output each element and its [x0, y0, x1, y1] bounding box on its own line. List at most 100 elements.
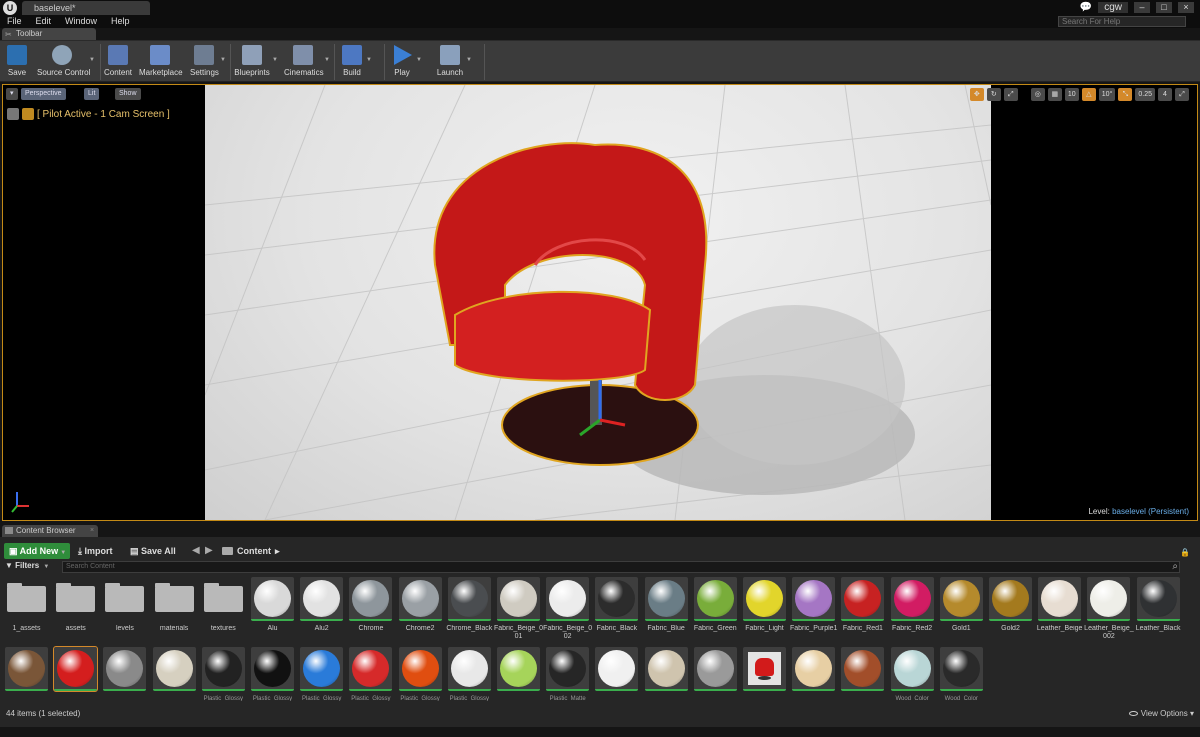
viewport-scene[interactable]: [205, 85, 991, 520]
minimize-icon[interactable]: –: [1134, 2, 1150, 13]
material-tile[interactable]: [103, 647, 147, 711]
viewport-options-button[interactable]: ▾: [6, 88, 18, 100]
material-tile[interactable]: [693, 647, 737, 711]
folder-tile[interactable]: 1_assets: [5, 577, 48, 641]
material-tile[interactable]: Chrome_Black: [446, 577, 492, 641]
material-tile[interactable]: Fabric_Green: [693, 577, 737, 641]
surface-snap-icon[interactable]: ▦: [1047, 88, 1062, 101]
launch-button[interactable]: Launch ▼: [436, 42, 472, 82]
material-tile[interactable]: [53, 646, 99, 711]
blueprints-button[interactable]: Blueprints ▼: [234, 42, 278, 82]
material-tile[interactable]: [792, 647, 836, 711]
scale-icon[interactable]: ⤢: [1003, 88, 1018, 101]
material-tile[interactable]: Fabric_Beige_001: [494, 577, 543, 641]
back-icon[interactable]: ◀: [192, 543, 200, 559]
level-viewport[interactable]: ▾ Perspective Lit Show ✥ ↻ ⤢ ◎ ▦ 10 △ 10…: [2, 84, 1198, 521]
material-tile[interactable]: Fabric_Red2: [890, 577, 934, 641]
material-tile[interactable]: Gold2: [989, 577, 1032, 641]
save-button[interactable]: Save: [4, 42, 30, 82]
chevron-right-icon[interactable]: ▸: [275, 546, 280, 557]
translate-icon[interactable]: ✥: [969, 88, 984, 101]
tab-close-icon[interactable]: ×: [90, 525, 94, 537]
content-browser-tab[interactable]: Content Browser ×: [2, 525, 98, 537]
source-control-dropdown-icon[interactable]: ▼: [89, 57, 95, 63]
material-tile[interactable]: [5, 647, 48, 711]
launch-dropdown-icon[interactable]: ▼: [466, 57, 472, 63]
camera-speed-value[interactable]: 4: [1158, 88, 1172, 101]
breadcrumb-content[interactable]: Content: [237, 546, 271, 556]
filters-button[interactable]: ▼ Filters ▼: [5, 561, 49, 570]
menu-edit[interactable]: Edit: [29, 15, 59, 28]
world-icon[interactable]: ◎: [1030, 88, 1045, 101]
cinematics-dropdown-icon[interactable]: ▼: [324, 57, 330, 63]
marketplace-button[interactable]: Marketplace: [139, 42, 183, 82]
maximize-icon[interactable]: □: [1156, 2, 1172, 13]
material-tile[interactable]: Leather_Beige: [1037, 577, 1082, 641]
material-tile[interactable]: Fabric_Light: [743, 577, 786, 641]
material-tile[interactable]: Plastic_Glossy: [349, 647, 393, 711]
search-help-input[interactable]: Search For Help: [1058, 16, 1186, 27]
material-tile[interactable]: Plastic_Glossy: [201, 647, 245, 711]
blueprints-dropdown-icon[interactable]: ▼: [272, 57, 278, 63]
settings-button[interactable]: Settings ▼: [190, 42, 226, 82]
build-dropdown-icon[interactable]: ▼: [366, 57, 372, 63]
folder-tile[interactable]: levels: [103, 577, 146, 641]
lit-button[interactable]: Lit: [84, 88, 100, 100]
menu-file[interactable]: File: [0, 15, 29, 28]
material-tile[interactable]: Wood_Color: [890, 647, 934, 711]
material-tile[interactable]: Plastic_Glossy: [300, 647, 344, 711]
material-tile[interactable]: Plastic_Glossy: [447, 647, 491, 711]
rotate-icon[interactable]: ↻: [986, 88, 1001, 101]
search-content-input[interactable]: Search Content: [62, 561, 1180, 573]
chair-mesh-tile[interactable]: [743, 647, 786, 711]
material-tile[interactable]: Chrome: [349, 577, 393, 641]
material-tile[interactable]: Chrome2: [398, 577, 442, 641]
user-name[interactable]: cgw: [1098, 2, 1128, 13]
grid-snap-value[interactable]: 10: [1064, 88, 1079, 101]
material-tile[interactable]: [644, 647, 688, 711]
import-button[interactable]: ⤓ Import: [78, 543, 112, 559]
material-tile[interactable]: Wood_Color: [939, 647, 983, 711]
eject-icon[interactable]: [7, 108, 19, 120]
save-all-button[interactable]: ▤ Save All: [130, 543, 176, 559]
cinematics-button[interactable]: Cinematics ▼: [284, 42, 330, 82]
build-button[interactable]: Build ▼: [340, 42, 372, 82]
material-tile[interactable]: Fabric_Beige_002: [543, 577, 592, 641]
source-control-button[interactable]: Source Control ▼: [37, 42, 95, 82]
play-dropdown-icon[interactable]: ▼: [416, 57, 422, 63]
material-tile[interactable]: Fabric_Blue: [644, 577, 688, 641]
material-tile[interactable]: Leather_Beige_002: [1084, 577, 1134, 641]
material-tile[interactable]: Alu: [251, 577, 294, 641]
menu-window[interactable]: Window: [58, 15, 104, 28]
scale-snap-value[interactable]: 0.25: [1135, 88, 1155, 101]
search-icon[interactable]: ⌕: [1172, 561, 1178, 572]
material-tile[interactable]: [152, 647, 196, 711]
maximize-viewport-icon[interactable]: ⤢: [1175, 88, 1189, 101]
add-new-button[interactable]: ▣ Add New ▼: [4, 543, 70, 559]
folder-tile[interactable]: textures: [202, 577, 245, 641]
perspective-button[interactable]: Perspective: [21, 88, 66, 100]
material-tile[interactable]: Fabric_Black: [595, 577, 639, 641]
material-tile[interactable]: Plastic_Glossy: [251, 647, 294, 711]
material-tile[interactable]: Plastic_Glossy: [398, 647, 442, 711]
forward-icon[interactable]: ▶: [205, 543, 213, 559]
material-tile[interactable]: Fabric_Red1: [841, 577, 885, 641]
material-tile[interactable]: [595, 647, 639, 711]
play-button[interactable]: Play ▼: [390, 42, 422, 82]
material-tile[interactable]: Fabric_Purple1: [790, 577, 837, 641]
scale-snap-icon[interactable]: ⤡: [1118, 88, 1133, 101]
rotation-snap-value[interactable]: 10°: [1098, 88, 1116, 101]
close-icon[interactable]: ×: [1178, 2, 1194, 13]
chat-icon[interactable]: 💬: [1080, 2, 1092, 13]
folder-tile[interactable]: assets: [54, 577, 97, 641]
lock-icon[interactable]: 🔒: [1180, 548, 1190, 557]
menu-help[interactable]: Help: [104, 15, 137, 28]
content-button[interactable]: Content: [104, 42, 132, 82]
settings-dropdown-icon[interactable]: ▼: [220, 57, 226, 63]
material-tile[interactable]: Alu2: [300, 577, 344, 641]
material-tile[interactable]: Leather_Black: [1136, 577, 1180, 641]
material-tile[interactable]: Gold1: [939, 577, 983, 641]
level-tab[interactable]: baselevel*: [22, 1, 150, 15]
rotation-snap-icon[interactable]: △: [1081, 88, 1096, 101]
toolbar-tab[interactable]: ✂ Toolbar: [2, 28, 96, 40]
